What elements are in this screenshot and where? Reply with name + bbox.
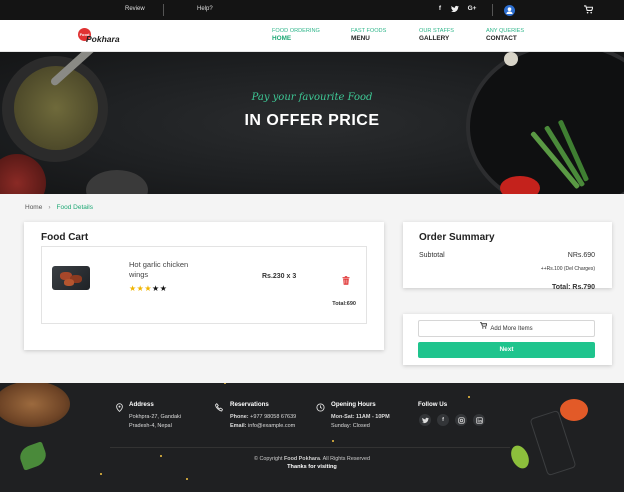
divider (163, 4, 164, 16)
email-address[interactable]: info@example.com (248, 423, 295, 429)
nav-item-subtitle: OUR STAFFS (419, 28, 455, 34)
user-avatar-icon[interactable] (504, 5, 515, 16)
nav-item-subtitle: ANY QUERIES (486, 28, 525, 34)
nav-item-label: GALLERY (419, 35, 450, 42)
nav-item-contact[interactable]: ANY QUERIES CONTACT (486, 27, 524, 43)
sparkle-decoration (224, 383, 226, 384)
chevron-right-icon: › (48, 204, 51, 211)
nav-item-gallery[interactable]: OUR STAFFS GALLERY (419, 27, 454, 43)
breadcrumb-home[interactable]: Home (25, 204, 42, 211)
location-pin-icon (115, 399, 124, 413)
facebook-icon[interactable]: f (437, 414, 449, 426)
footer: Address Pokhpra-27, Gandaki Pradesh-4, N… (0, 383, 624, 492)
item-total: Total:690 (332, 301, 356, 307)
tomato-image (560, 399, 588, 421)
thanks-message: Thanks for visiting (287, 464, 337, 470)
next-button[interactable]: Next (418, 342, 595, 358)
nav-item-menu[interactable]: FAST FOODS MENU (351, 27, 386, 43)
copyright: © Copyright Food Pokhara. All Rights Res… (0, 456, 624, 462)
order-actions-panel: Add More Items Next (403, 314, 612, 365)
nav-item-label: CONTACT (486, 35, 517, 42)
breadcrumb: Home › Food Details (25, 204, 93, 211)
footer-follow: Follow Us (418, 400, 447, 413)
subtotal-value: NRs.690 (567, 252, 595, 259)
facebook-icon[interactable]: f (436, 5, 444, 13)
footer-reservations: Reservations Phone: +977 98058 67639 Ema… (230, 400, 296, 431)
clock-icon (316, 399, 325, 412)
rating-stars: ★★★★★ (129, 284, 167, 293)
copyright-prefix: © Copyright (253, 456, 283, 462)
nav-item-home[interactable]: FOOD ORDERING HOME (272, 27, 320, 43)
follow-heading: Follow Us (418, 401, 448, 408)
email-label: Email: (230, 423, 247, 429)
copyright-brand: Food Pokhara (284, 456, 320, 462)
cart-icon (480, 321, 489, 336)
subtotal-row: Subtotal NRs.690 (419, 252, 595, 259)
star-icon: ★ (129, 284, 137, 293)
sparkle-decoration (332, 440, 334, 442)
garlic-image (504, 52, 518, 66)
delivery-charge: ++Rs.100 (Del Charges) (540, 266, 595, 272)
nav-item-label: HOME (272, 35, 292, 42)
cart-icon[interactable] (584, 5, 594, 14)
order-total: Total: Rs.790 (551, 284, 595, 291)
food-cart-panel: Food Cart Hot garlic chicken wings ★★★★★… (24, 222, 384, 350)
star-icon: ★ (152, 284, 160, 293)
item-name: Hot garlic chicken wings (129, 260, 189, 279)
hero-banner: Pay your favourite Food IN OFFER PRICE (0, 52, 624, 194)
phone-number[interactable]: +977 98058 67639 (250, 414, 296, 420)
instagram-icon[interactable] (455, 414, 467, 426)
hours-sunday: Sunday: Closed (331, 423, 370, 429)
google-plus-icon[interactable]: G+ (466, 5, 478, 13)
hours-weekdays: Mon-Sat: 11AM - 10PM (331, 414, 390, 420)
address-line: Pradesh-4, Nepal (129, 423, 172, 429)
pepper-bowl-image (0, 154, 46, 194)
copyright-suffix: . All Rights Reserved (319, 456, 371, 462)
bowl-image (86, 170, 148, 194)
sparkle-decoration (468, 396, 470, 398)
phone-label: Phone: (230, 414, 249, 420)
subtotal-label: Subtotal (419, 252, 445, 259)
order-summary-title: Order Summary (419, 232, 495, 243)
logo[interactable]: Food Pokhara (76, 26, 126, 46)
hero-tagline: Pay your favourite Food (251, 92, 373, 103)
footer-address: Address Pokhpra-27, Gandaki Pradesh-4, N… (129, 400, 181, 431)
phone-icon (214, 399, 224, 412)
sparkle-decoration (186, 478, 188, 480)
footer-hours: Opening Hours Mon-Sat: 11AM - 10PM Sunda… (331, 400, 390, 431)
cart-item: Hot garlic chicken wings ★★★★★ Rs.230 x … (41, 246, 367, 324)
food-cart-title: Food Cart (41, 232, 89, 243)
help-link[interactable]: Help? (197, 6, 213, 12)
nav-item-subtitle: FAST FOODS (351, 28, 387, 34)
address-heading: Address (129, 401, 154, 408)
footer-divider (110, 447, 510, 448)
nav-item-subtitle: FOOD ORDERING (272, 28, 320, 34)
review-link[interactable]: Review (125, 6, 145, 12)
sparkle-decoration (100, 473, 102, 475)
pizza-image (0, 383, 70, 427)
main-nav: Food Pokhara FOOD ORDERING HOME FAST FOO… (0, 20, 624, 52)
nav-item-label: MENU (351, 35, 370, 42)
star-icon: ★ (159, 284, 168, 293)
logo-text: Pokhara (86, 34, 120, 44)
item-price: Rs.230 x 3 (262, 273, 297, 280)
hero-title: IN OFFER PRICE (244, 112, 380, 129)
trash-icon[interactable] (342, 272, 350, 285)
star-icon: ★ (144, 284, 153, 293)
tomato-image (500, 176, 540, 194)
add-more-items-label: Add More Items (490, 326, 533, 333)
address-line: Pokhpra-27, Gandaki (129, 414, 181, 420)
reservations-heading: Reservations (230, 401, 269, 408)
top-bar: Review Help? f G+ (0, 0, 624, 20)
order-summary-panel: Order Summary Subtotal NRs.690 ++Rs.100 … (403, 222, 612, 291)
add-more-items-button[interactable]: Add More Items (418, 320, 595, 337)
breadcrumb-current: Food Details (56, 204, 94, 211)
divider (492, 4, 493, 16)
linkedin-icon[interactable] (473, 414, 485, 426)
twitter-icon[interactable] (451, 5, 459, 13)
twitter-icon[interactable] (419, 414, 431, 426)
hours-heading: Opening Hours (331, 401, 376, 408)
food-thumbnail (52, 266, 90, 290)
